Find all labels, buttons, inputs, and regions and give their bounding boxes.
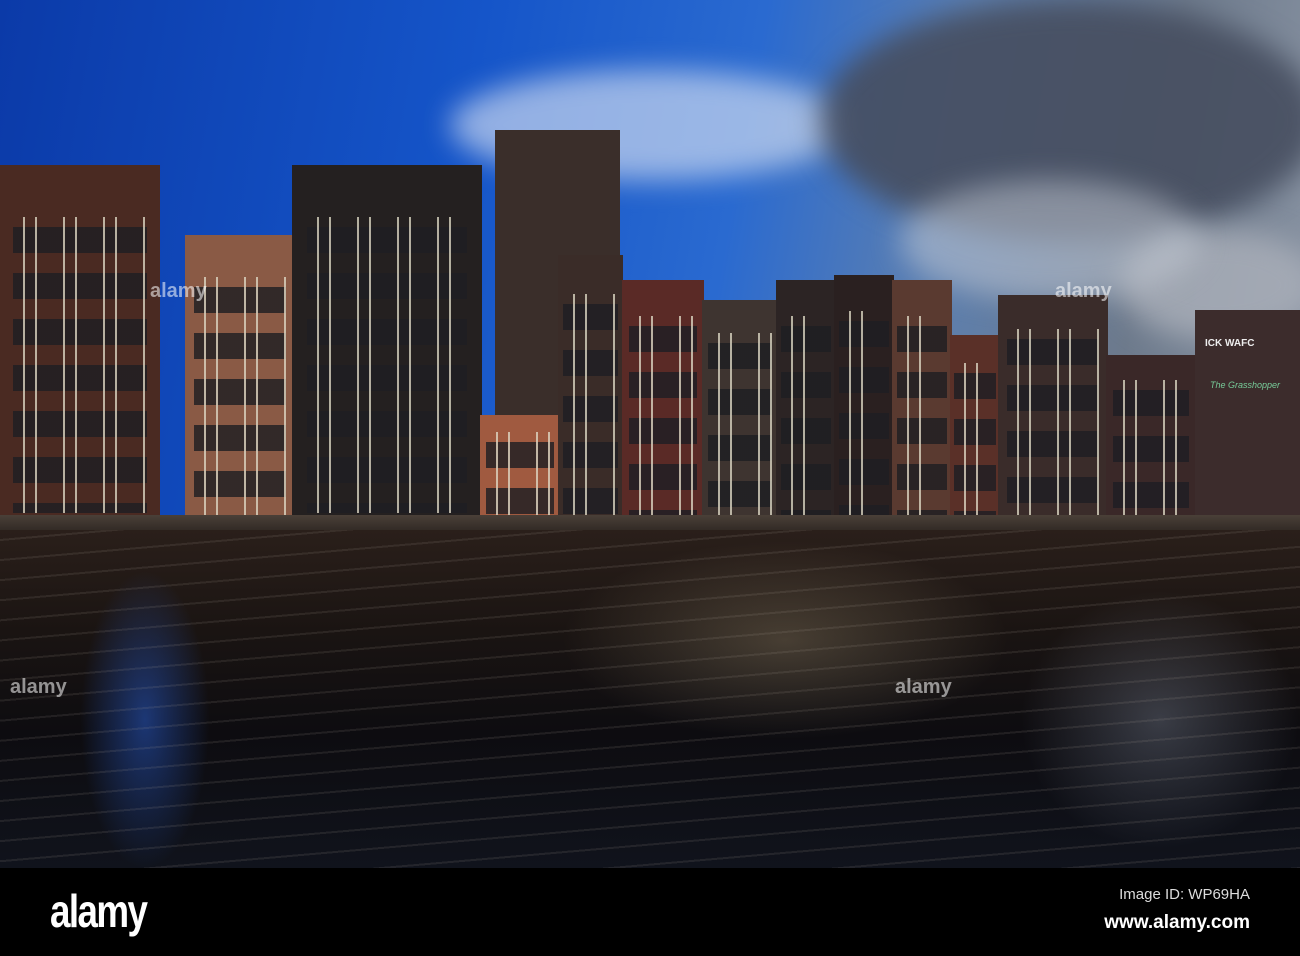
footer-bar: alamy Image ID: WP69HA www.alamy.com (0, 868, 1300, 956)
building (1106, 355, 1196, 535)
building (776, 280, 836, 535)
canal-water (0, 530, 1300, 870)
website-link[interactable]: www.alamy.com (1104, 912, 1250, 934)
watermark: alamy (1055, 280, 1112, 302)
building (834, 275, 894, 535)
alamy-logo[interactable]: alamy (50, 884, 148, 938)
ripples (0, 530, 1300, 868)
building (622, 280, 704, 535)
building (0, 165, 160, 535)
image-id: Image ID: WP69HA (1119, 886, 1250, 903)
building (892, 280, 952, 535)
building (558, 255, 623, 535)
building (950, 335, 1000, 535)
watermark: alamy (895, 676, 952, 698)
photo: ICK WAFC The Grasshopper alamy alamy ala… (0, 0, 1300, 956)
canal-houses: ICK WAFC The Grasshopper (0, 0, 1300, 535)
shop-sign: ICK WAFC (1205, 338, 1255, 349)
watermark: alamy (10, 676, 67, 698)
building (702, 300, 778, 535)
building (998, 295, 1108, 535)
watermark: alamy (150, 280, 207, 302)
building-mom (292, 165, 482, 535)
script-sign: The Grasshopper (1210, 380, 1281, 390)
building-cafe: ICK WAFC The Grasshopper (1195, 310, 1300, 535)
